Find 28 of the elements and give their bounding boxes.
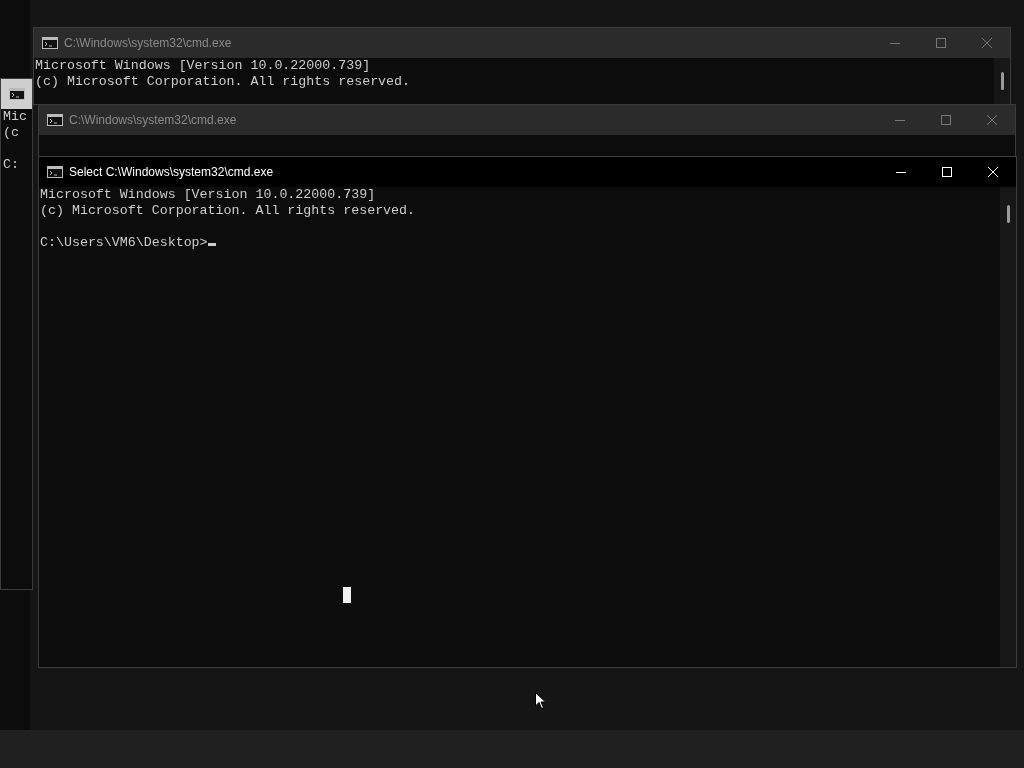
scrollbar-thumb[interactable] <box>1007 205 1010 223</box>
terminal-icon <box>9 88 25 100</box>
mouse-pointer-icon <box>535 692 547 710</box>
scrollbar[interactable] <box>994 58 1010 104</box>
close-icon <box>988 167 998 177</box>
window-title: C:\Windows\system32\cmd.exe <box>64 35 232 52</box>
window-title: Select C:\Windows\system32\cmd.exe <box>69 164 274 181</box>
scrollbar-thumb[interactable] <box>1001 72 1004 90</box>
maximize-icon <box>936 38 946 48</box>
console-text: (c) Microsoft Corporation. All rights reserved. <box>40 203 416 218</box>
console-text: Microsoft Windows [Version 10.0.22000.739] <box>35 58 371 73</box>
console-text: C: <box>3 157 19 172</box>
maximize-icon <box>942 167 952 177</box>
maximize-icon <box>941 115 951 125</box>
close-icon <box>987 115 997 125</box>
console-text: (c <box>3 125 19 140</box>
terminal-icon <box>42 37 58 49</box>
cursor <box>207 243 216 246</box>
text-cursor <box>343 587 351 603</box>
terminal-icon <box>47 166 63 178</box>
console-text: C:\Users\VM6\Desktop> <box>40 235 208 250</box>
terminal-icon <box>47 114 63 126</box>
close-icon <box>982 38 992 48</box>
console-text: (c) Microsoft Corporation. All rights reserved. <box>35 74 411 89</box>
console-text: Mic <box>3 109 27 124</box>
scrollbar[interactable] <box>1000 187 1016 667</box>
console-text: Microsoft Windows [Version 10.0.22000.739] <box>40 187 376 202</box>
window-title: C:\Windows\system32\cmd.exe <box>69 112 237 129</box>
